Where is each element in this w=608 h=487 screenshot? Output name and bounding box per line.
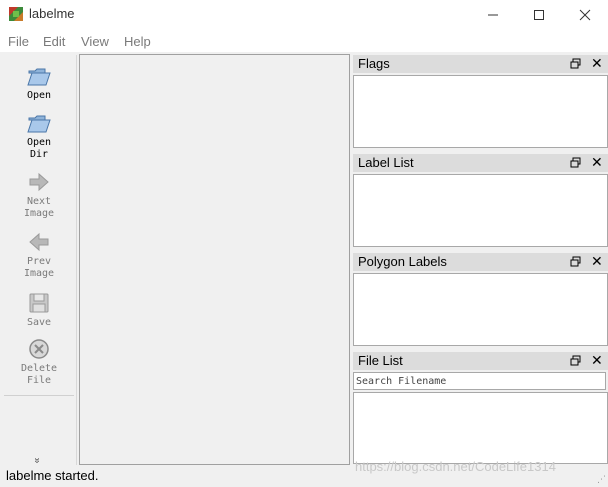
minimize-icon bbox=[488, 14, 498, 16]
label-list[interactable] bbox=[353, 174, 608, 247]
file-list[interactable] bbox=[353, 392, 608, 464]
save-button[interactable]: Save bbox=[2, 290, 76, 329]
close-icon[interactable]: ✕ bbox=[591, 254, 603, 268]
folder-open-icon bbox=[27, 115, 51, 133]
prev-image-label: Prev Image bbox=[23, 256, 55, 279]
close-button[interactable] bbox=[562, 0, 608, 30]
labelme-app-icon bbox=[9, 7, 23, 21]
delete-circle-icon bbox=[29, 339, 49, 359]
polygon-labels-dock-title: Polygon Labels ✕ bbox=[353, 253, 608, 271]
toolbar-extension-icon[interactable]: » bbox=[31, 458, 42, 464]
arrow-left-icon bbox=[29, 232, 49, 252]
menu-edit[interactable]: Edit bbox=[43, 34, 65, 49]
float-icon[interactable] bbox=[570, 355, 581, 366]
label-list-title: Label List bbox=[358, 155, 414, 170]
toolbar-separator bbox=[4, 395, 74, 396]
open-button[interactable]: Open bbox=[2, 63, 76, 102]
menu-view[interactable]: View bbox=[81, 34, 109, 49]
prev-image-button[interactable]: Prev Image bbox=[2, 229, 76, 280]
polygon-labels-title: Polygon Labels bbox=[358, 254, 447, 269]
float-icon[interactable] bbox=[570, 256, 581, 267]
open-label: Open bbox=[26, 90, 52, 101]
flags-title: Flags bbox=[358, 56, 390, 71]
polygon-labels-list[interactable] bbox=[353, 273, 608, 346]
status-message: labelme started. bbox=[6, 468, 99, 483]
save-label: Save bbox=[26, 317, 52, 328]
delete-file-label: Delete File bbox=[20, 363, 58, 386]
maximize-button[interactable] bbox=[516, 0, 562, 30]
title-bar: labelme bbox=[0, 0, 608, 30]
size-grip-icon[interactable]: ⋰ bbox=[597, 474, 606, 485]
folder-open-icon bbox=[27, 68, 51, 86]
delete-file-button[interactable]: Delete File bbox=[2, 336, 76, 387]
float-icon[interactable] bbox=[570, 58, 581, 69]
next-image-button[interactable]: Next Image bbox=[2, 169, 76, 220]
watermark-text: https://blog.csdn.net/CodeLife1314 bbox=[355, 459, 556, 474]
label-list-dock-title: Label List ✕ bbox=[353, 154, 608, 172]
search-filename-input[interactable] bbox=[353, 372, 606, 390]
close-icon[interactable]: ✕ bbox=[591, 353, 603, 367]
window-title: labelme bbox=[29, 6, 75, 21]
file-list-dock-title: File List ✕ bbox=[353, 352, 608, 370]
close-icon[interactable]: ✕ bbox=[591, 155, 603, 169]
float-icon[interactable] bbox=[570, 157, 581, 168]
minimize-button[interactable] bbox=[470, 0, 516, 30]
next-image-label: Next Image bbox=[23, 196, 55, 219]
file-list-title: File List bbox=[358, 353, 403, 368]
open-dir-button[interactable]: Open Dir bbox=[2, 110, 76, 161]
flags-dock-title: Flags ✕ bbox=[353, 55, 608, 73]
image-canvas[interactable] bbox=[79, 54, 350, 465]
menu-help[interactable]: Help bbox=[124, 34, 151, 49]
open-dir-label: Open Dir bbox=[26, 137, 52, 160]
menu-file[interactable]: File bbox=[8, 34, 29, 49]
maximize-icon bbox=[534, 10, 544, 20]
close-icon bbox=[579, 9, 591, 21]
toolbar-divider bbox=[76, 55, 77, 465]
close-icon[interactable]: ✕ bbox=[591, 56, 603, 70]
arrow-right-icon bbox=[29, 172, 49, 192]
menu-bar: File Edit View Help bbox=[0, 30, 608, 52]
floppy-disk-icon bbox=[29, 293, 49, 313]
flags-list[interactable] bbox=[353, 75, 608, 148]
left-toolbar: Open Open Dir Next Image Prev Image Save bbox=[2, 55, 76, 465]
